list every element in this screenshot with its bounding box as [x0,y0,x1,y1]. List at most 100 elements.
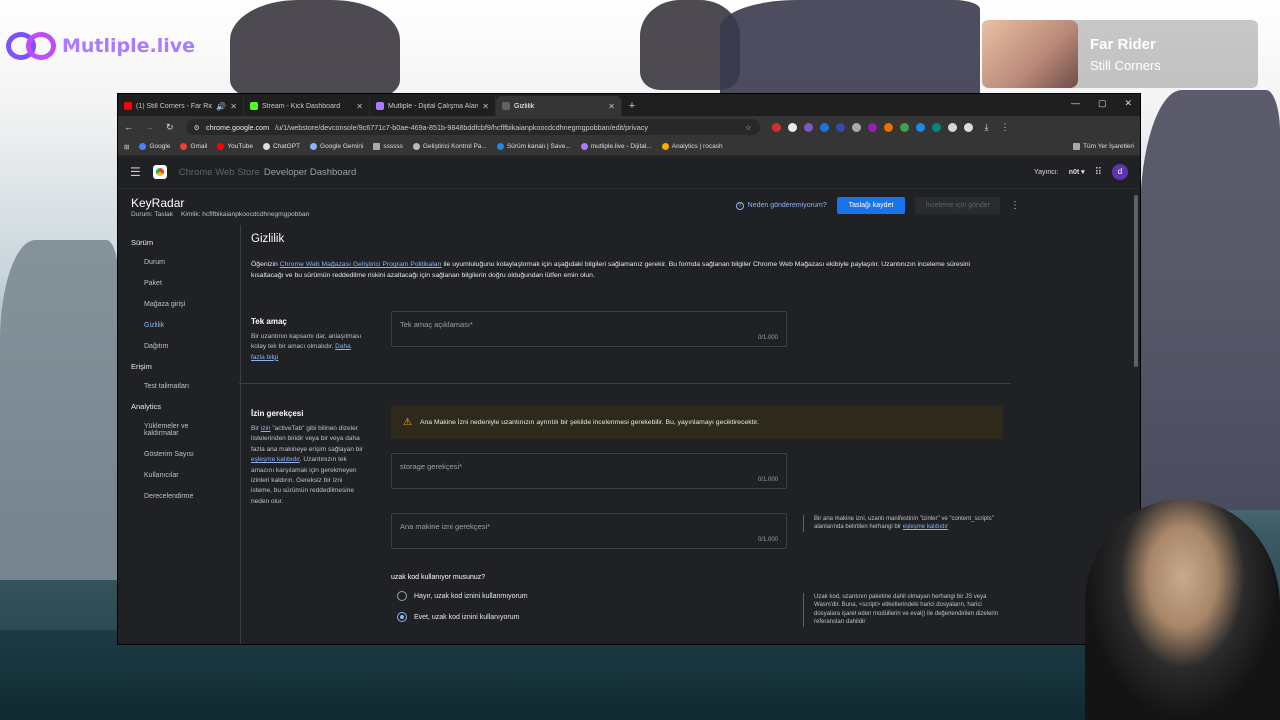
sidebar-item-status[interactable]: Durum [118,252,240,273]
google-icon [139,143,147,150]
sidebar-item-store-listing[interactable]: Mağaza girişi [118,294,240,315]
apps-icon[interactable]: ⊞ [124,143,129,151]
new-tab-button[interactable]: + [622,96,642,116]
field-placeholder: Ana makine izni gerekçesi* [400,522,491,531]
extension-icon[interactable] [931,122,941,132]
bookmark-label: Gmail [190,143,208,150]
char-counter: 0/1.000 [757,477,778,483]
close-icon[interactable]: ✕ [230,102,237,111]
sidebar-item-distribution[interactable]: Dağıtım [118,336,240,357]
address-bar[interactable]: ⚙ chrome.google.com/u/1/webstore/devcons… [185,119,760,135]
menu-icon[interactable]: ⋮ [1001,122,1010,133]
bookmark-item[interactable]: Sürüm kanalı | Save... [496,143,571,150]
download-icon[interactable]: ⤓ [985,122,989,133]
bookmark-item[interactable]: mutliple.live - Dijital... [580,143,652,150]
section-divider [239,383,1011,384]
apps-grid-icon[interactable]: ⠿ [1095,167,1102,178]
hamburger-menu-icon[interactable]: ☰ [130,165,141,179]
sidebar-item-impressions[interactable]: Gösterim Sayısı [118,444,240,465]
match-pattern-link[interactable]: eşleşme kalıbıdır [903,524,948,530]
extension-icon[interactable] [867,122,877,132]
submit-review-button[interactable]: İnceleme için gönder [915,197,1000,214]
radio-circle[interactable] [397,591,407,601]
radio-remote-code-no[interactable]: Hayır, uzak kod iznini kullanmıyorum [397,591,528,601]
analytics-icon [661,143,669,150]
maximize-icon[interactable]: ▢ [1098,98,1107,109]
extension-icon[interactable] [915,122,925,132]
reload-icon[interactable]: ↻ [166,122,174,133]
sidebar-item-installs[interactable]: Yüklemeler ve kaldırmalar [118,416,240,444]
speaker-icon[interactable]: 🔊 [216,102,226,111]
radio-circle[interactable] [397,612,407,622]
sidebar-item-ratings[interactable]: Derecelendirme [118,486,240,507]
browser-window: (1) Still Corners - Far Rider |🔊 ✕ Stream… [118,94,1140,644]
bookmark-item[interactable]: Google Gemini [310,143,363,150]
extension-icon[interactable] [899,122,909,132]
sidebar-section-title[interactable]: Sürüm [118,233,240,252]
extension-icon[interactable] [851,122,861,132]
sidebar-section-title[interactable]: Analytics [118,397,240,416]
item-id: Kimlik: hcflfbikaianpkoocdcdhnegmgpobban [181,211,310,218]
site-info-icon[interactable]: ⚙ [194,123,200,132]
tab-kick[interactable]: Stream - Kick Dashboard ✕ [244,96,370,116]
sidebar-item-privacy[interactable]: Gizlilik [118,315,240,336]
bookmark-label: Google [149,143,171,150]
storage-justification-field[interactable]: storage gerekçesi* 0/1.000 [391,453,787,489]
bookmark-item[interactable]: Gmail [180,143,207,150]
extension-icon[interactable] [771,122,781,132]
sidebar-section-title[interactable]: Erişim [118,357,240,376]
save-draft-button[interactable]: Taslağı kaydet [836,197,906,214]
bookmark-item[interactable]: Analytics | rocash [661,143,723,150]
sidebar-item-test-instructions[interactable]: Test talimatları [118,376,240,397]
chatgpt-icon [262,143,270,150]
tab-mutliple[interactable]: Mutliple - Dijital Çalışma Alanın ✕ [370,96,496,116]
bookmark-star-icon[interactable]: ☆ [745,123,751,132]
bookmark-item[interactable]: Google [139,143,170,150]
extension-icon[interactable] [787,122,797,132]
close-window-icon[interactable]: ✕ [1124,98,1132,109]
youtube-icon [124,102,132,110]
why-cant-submit-link[interactable]: ? Neden gönderemiyorum? [735,201,827,210]
permission-section: İzin gerekçesi Bir izin "activeTab" gibi… [251,405,1015,549]
close-icon[interactable]: ✕ [356,102,363,111]
bookmark-label: Google Gemini [320,143,364,150]
mutliple-icon [376,102,384,110]
extension-icon[interactable] [819,122,829,132]
sidebar-item-package[interactable]: Paket [118,273,240,294]
minimize-icon[interactable]: — [1071,98,1080,109]
bookmark-item[interactable]: YouTube [217,143,253,150]
extension-icon[interactable] [803,122,813,132]
bookmark-item[interactable]: ChatGPT [262,143,300,150]
permission-link[interactable]: izin [261,425,271,432]
all-bookmarks[interactable]: Tüm Yer İşaretleri [1073,143,1134,150]
avatar[interactable]: d [1112,164,1128,180]
extension-icon[interactable] [883,122,893,132]
tab-youtube[interactable]: (1) Still Corners - Far Rider |🔊 ✕ [118,96,244,116]
extension-icon[interactable] [835,122,845,132]
description-text: Bir [251,425,261,432]
back-icon[interactable]: ← [124,122,133,132]
radio-remote-code-yes[interactable]: Evet, uzak kod iznini kullanıyorum [397,612,519,622]
close-icon[interactable]: ✕ [608,102,615,111]
publisher-select[interactable]: n0t ▾ [1069,168,1085,176]
close-icon[interactable]: ✕ [482,102,489,111]
sidebar-item-users[interactable]: Kullanıcılar [118,465,240,486]
more-options-icon[interactable]: ⋮ [1010,200,1020,211]
match-pattern-link[interactable]: eşleşme kalıbıdır [251,456,300,463]
extension-icon[interactable] [947,122,957,132]
forward-icon[interactable]: → [145,122,154,132]
webstore-icon [502,102,510,110]
stream-logo: Mutliple.live [6,30,195,62]
webcam-overlay [1085,500,1280,720]
help-icon: ? [735,201,744,210]
bookmark-item[interactable]: Geliştirici Kontrol Pa... [412,143,487,150]
puzzle-icon[interactable] [963,122,973,132]
tab-label: Gizlilik [514,102,535,110]
single-purpose-field[interactable]: Tek amaç açıklaması* 0/1.000 [391,311,787,347]
scrollbar[interactable] [1134,195,1138,367]
chrome-web-store-logo[interactable] [152,165,167,179]
tab-privacy[interactable]: Gizlilik ✕ [496,96,622,116]
bookmark-item[interactable]: ssssss [373,143,403,150]
host-justification-field[interactable]: Ana makine izni gerekçesi* 0/1.000 [391,513,787,549]
policy-link[interactable]: Chrome Web Mağazası Geliştirici Program … [280,261,442,268]
